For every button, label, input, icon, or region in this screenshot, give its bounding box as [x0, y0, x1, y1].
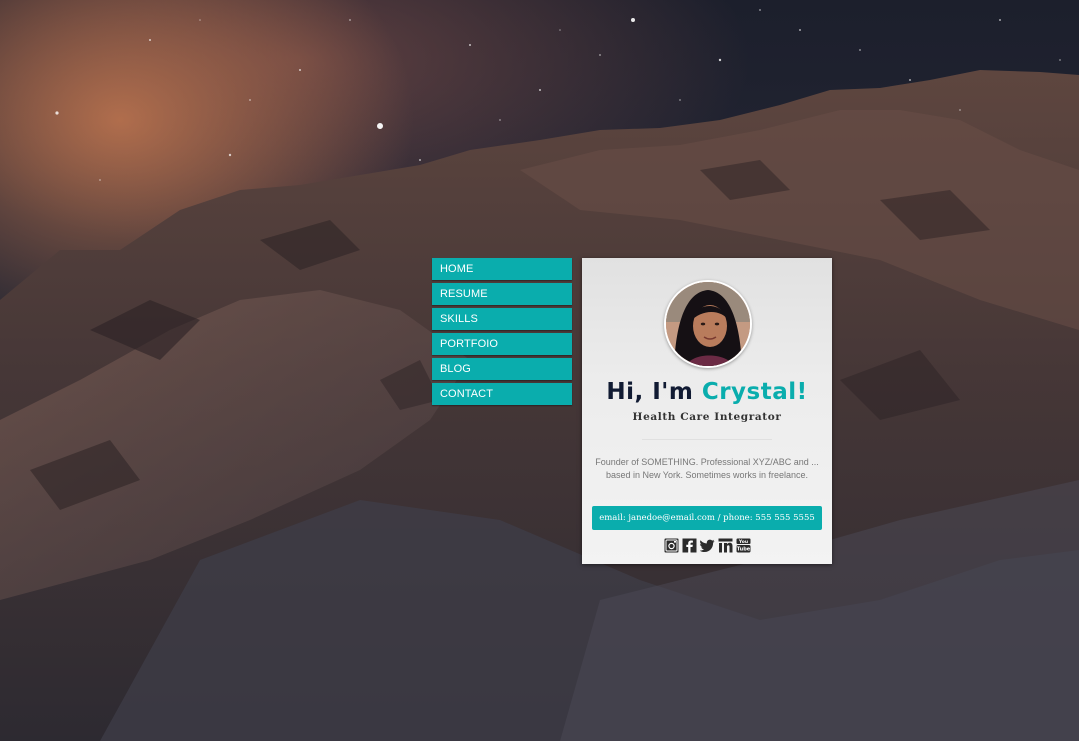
contact-info-button[interactable]: email: janedoe@email.com / phone: 555 55… — [592, 506, 822, 530]
profile-title: Health Care Integrator — [632, 411, 782, 423]
main-nav: HOME RESUME SKILLS PORTFOIO BLOG CONTACT — [432, 258, 572, 408]
greeting-text: Hi, I'm — [606, 379, 702, 405]
youtube-icon[interactable]: You Tube — [736, 538, 751, 553]
svg-text:Tube: Tube — [736, 547, 750, 553]
divider — [642, 439, 772, 440]
facebook-icon[interactable] — [682, 538, 697, 553]
nav-item-resume[interactable]: RESUME — [432, 283, 572, 305]
profile-bio: Founder of SOMETHING. Professional XYZ/A… — [595, 457, 819, 480]
nav-item-blog[interactable]: BLOG — [432, 358, 572, 380]
social-links: You Tube — [582, 538, 832, 553]
linkedin-icon[interactable] — [718, 538, 733, 553]
instagram-icon[interactable] — [664, 538, 679, 553]
nav-item-portfolio[interactable]: PORTFOIO — [432, 333, 572, 355]
profile-name: Crystal! — [701, 379, 808, 405]
nav-item-skills[interactable]: SKILLS — [432, 308, 572, 330]
profile-greeting: Hi, I'm Crystal! — [582, 379, 832, 405]
profile-card: Hi, I'm Crystal! Health Care Integrator … — [582, 258, 832, 564]
avatar-portrait — [666, 282, 750, 366]
nav-item-home[interactable]: HOME — [432, 258, 572, 280]
svg-text:You: You — [737, 539, 747, 545]
avatar — [664, 280, 752, 368]
nav-item-contact[interactable]: CONTACT — [432, 383, 572, 405]
twitter-icon[interactable] — [699, 538, 715, 553]
